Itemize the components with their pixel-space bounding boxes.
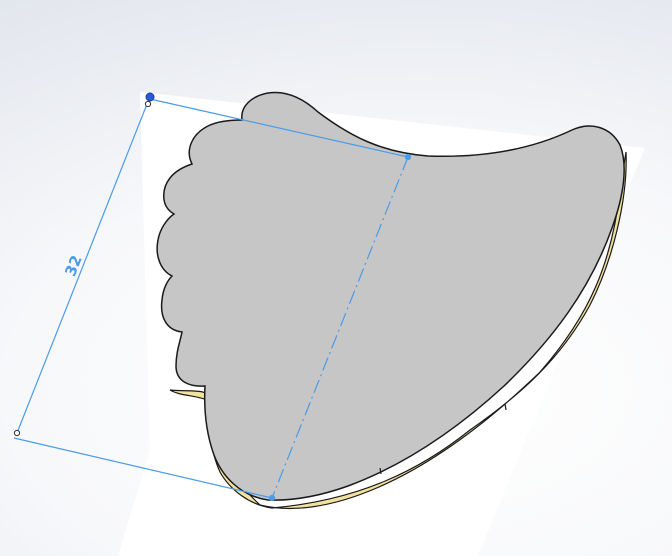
cad-scene[interactable]: 32 [0,0,672,556]
dimension-arrow-point-top[interactable] [144,100,152,108]
centerline-endpoint-top[interactable] [404,153,412,161]
cad-graphics-viewport[interactable]: 32 [0,0,672,556]
dimension-arrow-point-bottom[interactable] [13,429,21,437]
centerline-endpoint-bottom[interactable] [268,494,276,502]
dimension-handle-point[interactable] [145,92,155,102]
dimension-value-label[interactable]: 32 [61,253,86,279]
